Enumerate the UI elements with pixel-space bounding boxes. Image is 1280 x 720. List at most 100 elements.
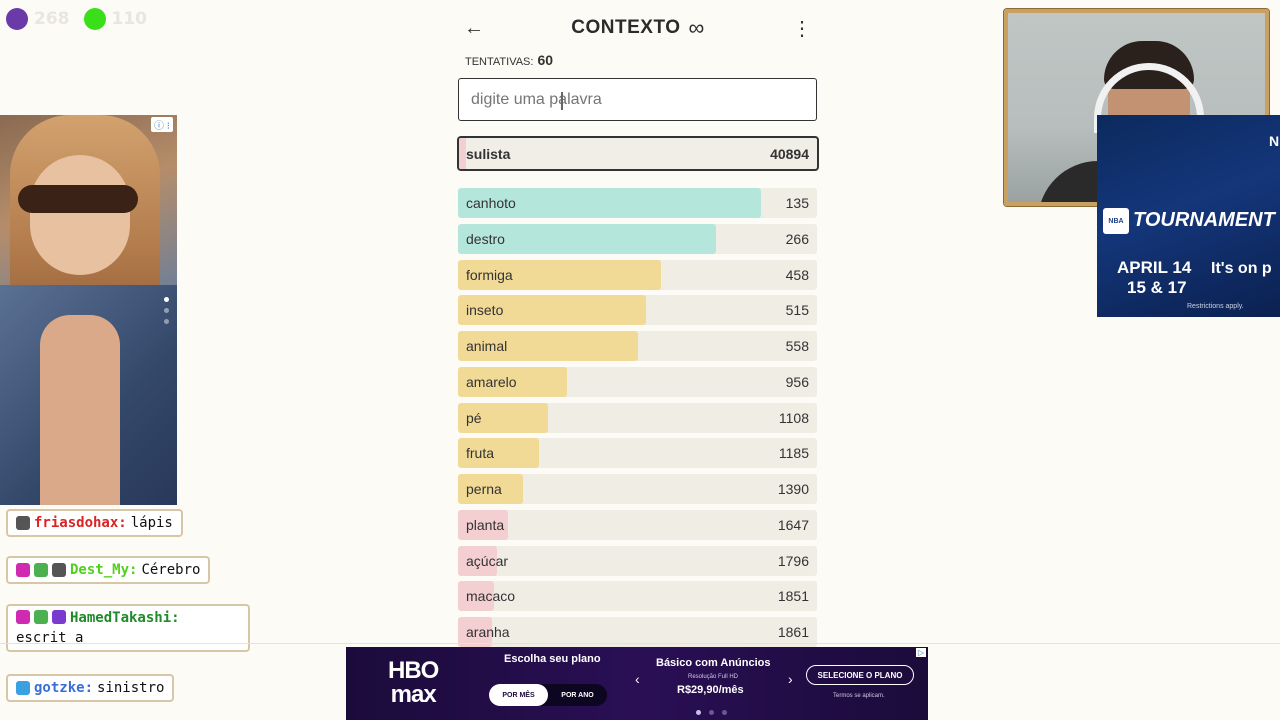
heart-badge-icon — [16, 563, 30, 577]
ad-info-icon[interactable]: ⓘ ⁝ — [151, 117, 173, 132]
ad-info-icon[interactable]: ▷ — [915, 648, 926, 657]
chevron-left-icon[interactable]: ‹ — [635, 671, 640, 687]
attempts-value: 60 — [537, 52, 554, 68]
nba-title: TOURNAMENT — [1133, 209, 1275, 231]
heart-badge-icon — [16, 610, 30, 624]
guess-rank: 1185 — [778, 445, 809, 462]
toggle-per-year[interactable]: POR ANO — [548, 684, 607, 706]
contexto-game: ← CONTEXTO ∞ ⋮ TENTATIVAS: 60 sulista 40… — [457, 0, 819, 647]
nba-advertisement[interactable]: N NBA TOURNAMENT APRIL 14 15 & 17 It's o… — [1097, 115, 1280, 317]
stream-counters: 268 110 — [6, 8, 147, 30]
hbo-max-banner[interactable]: HBO max Escolha seu plano POR MÊS POR AN… — [346, 647, 928, 720]
hbo-price: R$29,90/mês — [677, 684, 744, 696]
guess-rank: 1851 — [777, 588, 809, 605]
guess-word: pé — [466, 409, 482, 426]
chat-message: Dest_My: Cérebro — [6, 556, 211, 584]
guess-rank: 1390 — [777, 481, 809, 497]
nba-logo-icon: NBA — [1103, 208, 1129, 234]
counter-green-value: 110 — [111, 9, 148, 29]
chat-text: Cérebro — [141, 562, 201, 578]
chat-username: Dest_My: — [70, 562, 138, 578]
green-badge-icon — [34, 563, 48, 577]
more-menu-icon[interactable]: ⋮ — [790, 16, 814, 41]
counter-green: 110 — [83, 8, 148, 30]
hbo-resolution: Resolução Full HD — [688, 674, 739, 680]
game-title: CONTEXTO ∞ — [571, 15, 704, 41]
guess-row: açúcar 1796 — [458, 545, 817, 576]
guess-word: macaco — [466, 588, 516, 605]
left-advertisement[interactable]: ⓘ ⁝ — [0, 115, 177, 505]
guess-row: animal 558 — [458, 331, 817, 361]
guess-rank: 515 — [785, 302, 809, 319]
guess-rank: 1108 — [778, 409, 809, 426]
badge-icon — [16, 516, 30, 530]
hbo-logo-line1: HBO — [388, 657, 439, 684]
guess-word: canhoto — [466, 195, 516, 211]
game-topbar: ← CONTEXTO ∞ ⋮ — [457, 0, 819, 56]
nba-restrictions: Restrictions apply. — [1187, 303, 1244, 310]
guess-rank: 558 — [785, 338, 809, 354]
ad-model-face — [30, 155, 130, 275]
attempts-label: TENTATIVAS: — [465, 56, 534, 68]
hbo-plan-name: Básico com Anúncios — [656, 657, 771, 669]
chat-username: gotzke: — [34, 680, 94, 696]
back-arrow-icon[interactable]: ← — [462, 17, 486, 40]
current-guess: sulista 40894 — [457, 136, 819, 171]
blue-badge-icon — [16, 681, 30, 695]
infinity-icon: ∞ — [688, 15, 705, 40]
chat-text: sinistro — [97, 680, 165, 696]
guess-word: amarelo — [466, 373, 517, 390]
guess-rank: 956 — [785, 373, 809, 390]
guess-word: formiga — [466, 266, 513, 283]
guess-row: macaco 1851 — [458, 581, 817, 612]
guess-word: planta — [466, 516, 505, 533]
chat-username: friasdohax: — [34, 515, 127, 531]
guess-rank: 458 — [785, 266, 809, 283]
select-plan-button[interactable]: SELECIONE O PLANO — [806, 665, 914, 685]
guess-row: perna 1390 — [458, 474, 817, 504]
guess-rank: 266 — [785, 230, 809, 247]
text-cursor-icon — [561, 92, 563, 110]
nba-date-line1: APRIL 14 — [1117, 258, 1192, 277]
guess-row: canhoto 135 — [458, 188, 817, 218]
guess-word: inseto — [466, 302, 504, 319]
current-guess-word: sulista — [466, 145, 511, 162]
chat-text: lápis — [130, 515, 173, 531]
ad-carousel-dots[interactable] — [164, 297, 169, 324]
guess-row: fruta 1185 — [458, 438, 817, 469]
game-title-text: CONTEXTO — [571, 17, 681, 38]
current-guess-rank: 40894 — [770, 145, 809, 162]
hbo-terms: Termos se aplicam. — [833, 693, 885, 699]
guess-word: destro — [466, 230, 505, 247]
chat-username: HamedTakashi: — [70, 610, 180, 626]
chat-message: friasdohax: lápis — [6, 509, 183, 537]
badge-icon — [52, 563, 66, 577]
nba-edge-letter: N — [1269, 133, 1280, 149]
counter-purple-value: 268 — [34, 9, 70, 29]
guess-row: planta 1647 — [458, 509, 817, 540]
nba-tagline: It's on p — [1211, 260, 1272, 277]
guess-row: pé 1108 — [458, 402, 817, 433]
guess-word: fruta — [466, 445, 495, 462]
hbo-max-logo: HBO max — [388, 657, 439, 708]
chat-message: HamedTakashi: escrit a — [6, 604, 250, 652]
hbo-logo-line2: max — [390, 681, 437, 708]
word-input[interactable] — [458, 78, 817, 121]
ad-model-sunglasses — [18, 185, 138, 213]
purple-badge-icon — [52, 610, 66, 624]
nba-dates: APRIL 14 15 & 17 — [1117, 258, 1191, 298]
guess-row: amarelo 956 — [458, 366, 817, 397]
guess-rank: 1647 — [777, 516, 809, 533]
guess-word: perna — [466, 481, 502, 497]
guess-rank: 1796 — [777, 552, 809, 569]
chat-message: gotzke: sinistro — [6, 674, 175, 702]
attempts-counter: TENTATIVAS: 60 — [465, 52, 553, 68]
divider — [0, 643, 1280, 644]
hbo-carousel-dots[interactable] — [696, 710, 727, 715]
chevron-right-icon[interactable]: › — [788, 671, 793, 687]
hbo-period-toggle[interactable]: POR MÊS POR ANO — [489, 684, 607, 706]
toggle-per-month[interactable]: POR MÊS — [489, 684, 548, 706]
hbo-choose-plan: Escolha seu plano — [504, 653, 601, 665]
counter-purple: 268 — [6, 8, 70, 30]
ad-model-torso — [40, 315, 120, 505]
